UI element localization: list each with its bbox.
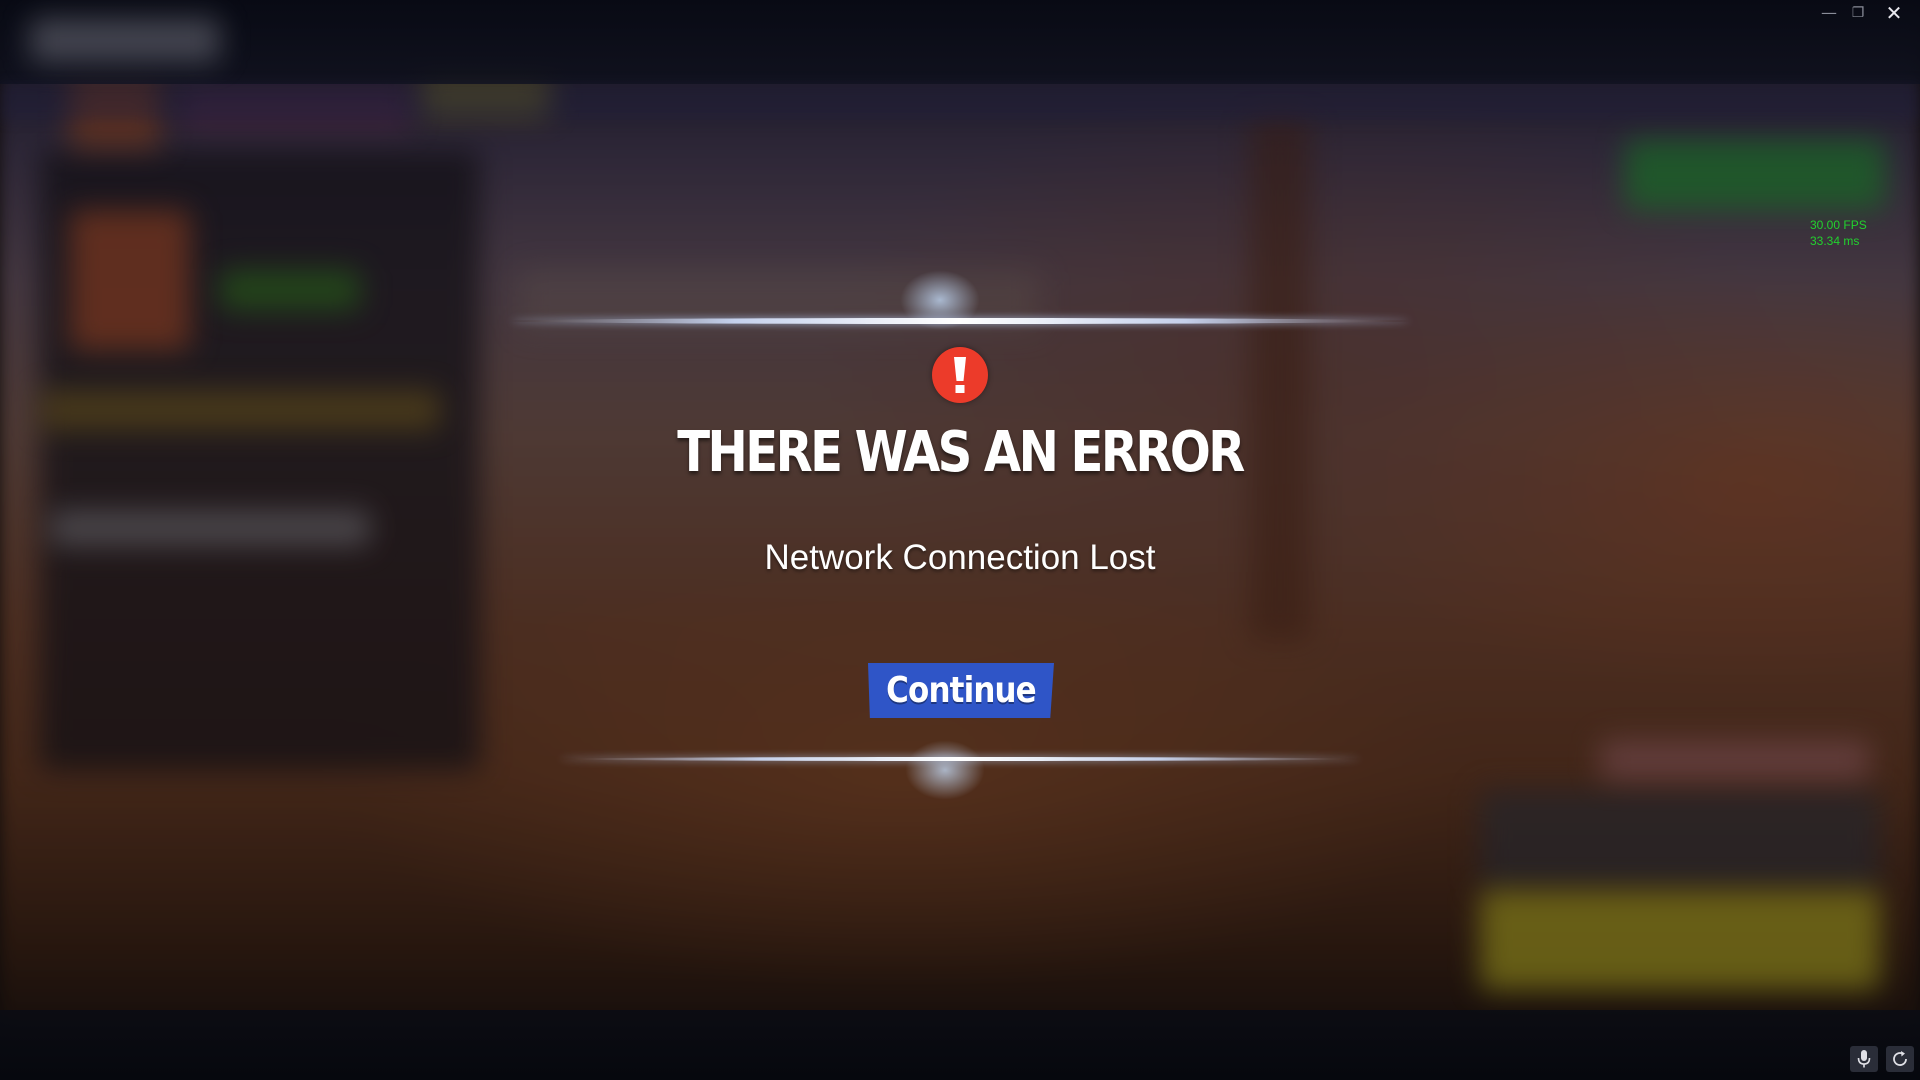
game-screen: — ❐ ✕ 30.00 FPS 33.34 ms THERE WAS AN ER…	[0, 0, 1920, 1080]
error-message: Network Connection Lost	[764, 538, 1156, 577]
refresh-icon[interactable]	[1886, 1046, 1914, 1072]
frame-time-value: 33.34 ms	[1810, 234, 1860, 248]
fps-counter: 30.00 FPS 33.34 ms	[1810, 217, 1867, 249]
microphone-icon[interactable]	[1850, 1046, 1878, 1072]
bottom-light-flare	[905, 740, 985, 800]
top-divider	[510, 318, 1410, 324]
maximize-icon[interactable]: ❐	[1844, 2, 1872, 24]
logo	[30, 18, 220, 62]
fps-value: 30.00 FPS	[1810, 218, 1867, 232]
close-icon[interactable]: ✕	[1880, 2, 1908, 24]
exclamation-icon	[932, 347, 988, 403]
bottom-divider	[560, 757, 1360, 761]
tab-bar	[0, 84, 1920, 120]
top-bar	[0, 0, 1920, 84]
minimize-icon[interactable]: —	[1815, 2, 1843, 24]
continue-button-label: Continue	[886, 670, 1037, 711]
bottom-bar	[0, 1010, 1920, 1080]
continue-button[interactable]: Continue	[868, 663, 1054, 718]
error-title: THERE WAS AN ERROR	[677, 420, 1245, 485]
